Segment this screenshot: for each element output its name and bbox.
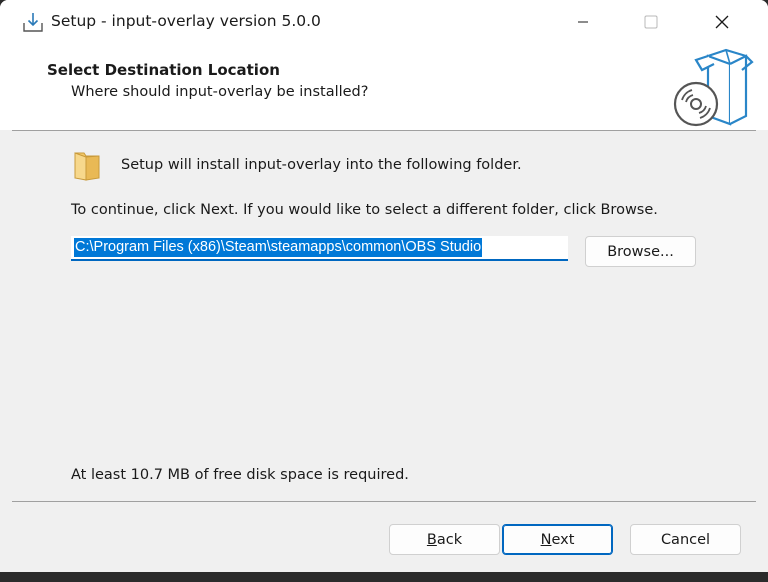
page-subtitle: Where should input-overlay be installed? [71, 84, 369, 100]
cancel-button-label: Cancel [660, 531, 711, 548]
cancel-button[interactable]: Cancel [630, 524, 741, 555]
next-button[interactable]: Next [502, 524, 613, 555]
close-button[interactable] [699, 0, 745, 44]
setup-window: Setup - input-overlay version 5.0.0 Sele… [0, 0, 768, 572]
back-button[interactable]: Back [389, 524, 500, 555]
install-info-text: Setup will install input-overlay into th… [121, 157, 522, 173]
next-button-label: Next [540, 531, 575, 548]
destination-path-input[interactable]: C:\Program Files (x86)\Steam\steamapps\c… [71, 236, 568, 261]
browse-button-label: Browse... [607, 243, 674, 260]
continue-info-text: To continue, click Next. If you would li… [71, 202, 658, 218]
software-box-disc-icon [668, 48, 754, 128]
wizard-header: Select Destination Location Where should… [0, 45, 768, 130]
maximize-icon [644, 15, 658, 29]
header-divider [12, 130, 756, 131]
window-title: Setup - input-overlay version 5.0.0 [51, 12, 321, 30]
back-button-label: Back [426, 531, 463, 548]
minimize-icon [578, 21, 588, 23]
disk-space-text: At least 10.7 MB of free disk space is r… [71, 467, 409, 483]
footer-divider [12, 501, 756, 502]
title-bar[interactable]: Setup - input-overlay version 5.0.0 [0, 0, 768, 45]
maximize-button [628, 0, 674, 44]
installer-download-icon [22, 11, 44, 33]
minimize-button[interactable] [560, 0, 606, 44]
page-title: Select Destination Location [47, 61, 280, 79]
browse-button[interactable]: Browse... [585, 236, 696, 267]
destination-path-value: C:\Program Files (x86)\Steam\steamapps\c… [74, 238, 483, 257]
close-icon [715, 15, 729, 29]
folder-icon [72, 149, 102, 181]
